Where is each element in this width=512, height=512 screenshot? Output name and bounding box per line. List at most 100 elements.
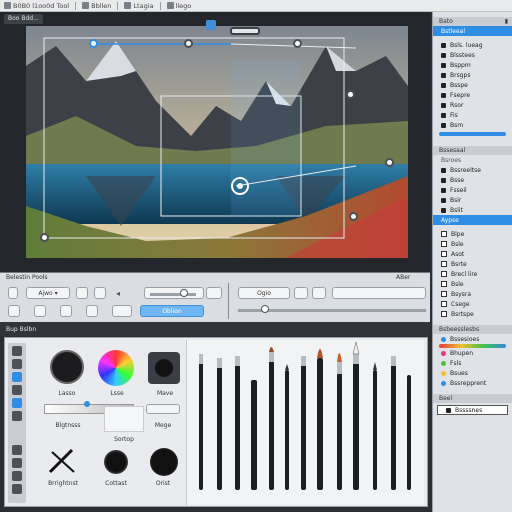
tool-icon[interactable] xyxy=(12,398,22,408)
menu-item-edit[interactable]: Bbllen xyxy=(82,2,111,10)
list-item[interactable]: Bhupen xyxy=(433,348,512,358)
menu-item-file[interactable]: B0B0 l1oo0d Tool xyxy=(4,2,69,10)
photo-canvas[interactable] xyxy=(26,26,408,258)
list-item[interactable]: Bsm xyxy=(433,120,512,130)
list-item[interactable]: Brsgps xyxy=(433,70,512,80)
orist-swatch[interactable] xyxy=(150,448,178,476)
document-tab[interactable]: Boo Bdd... xyxy=(4,14,43,24)
panel-selected-item[interactable]: Aypse xyxy=(433,215,512,225)
list-item[interactable]: Blsstees xyxy=(433,50,512,60)
list-item[interactable]: Bsysra xyxy=(433,289,512,299)
tool-icon[interactable] xyxy=(12,445,22,455)
color-swatch[interactable] xyxy=(441,380,446,386)
checkbox[interactable] xyxy=(441,261,447,267)
tool-icon[interactable] xyxy=(12,346,22,356)
sortop-tile[interactable] xyxy=(104,406,144,432)
tool-icon[interactable] xyxy=(12,411,22,421)
list-item[interactable]: Asot xyxy=(433,249,512,259)
anchor-icon[interactable] xyxy=(206,20,216,30)
tool-button[interactable] xyxy=(206,287,222,299)
brightness-knob[interactable] xyxy=(84,401,90,407)
menu-item-layer[interactable]: llego xyxy=(166,2,191,10)
tool-button[interactable] xyxy=(294,287,308,299)
list-item[interactable]: Bsppm xyxy=(433,60,512,70)
list-item[interactable]: Bsle xyxy=(433,239,512,249)
tool-button[interactable] xyxy=(94,287,106,299)
brightnest-icon[interactable] xyxy=(44,446,80,476)
tool-button[interactable] xyxy=(86,305,98,317)
lasso-swatch[interactable] xyxy=(50,350,84,384)
list-item[interactable]: Bssesioes xyxy=(433,334,512,344)
range-slider-box[interactable] xyxy=(332,287,426,299)
tool-button[interactable] xyxy=(60,305,72,317)
list-item[interactable]: Bslit xyxy=(433,205,512,215)
list-item[interactable]: Fsls xyxy=(433,358,512,368)
list-item[interactable]: Csege xyxy=(433,299,512,309)
transform-handle[interactable] xyxy=(293,39,302,48)
checkbox[interactable] xyxy=(441,271,447,277)
checkbox[interactable] xyxy=(441,291,447,297)
selection-toggle[interactable] xyxy=(230,27,260,35)
bullet-icon xyxy=(441,197,446,203)
tool-button[interactable] xyxy=(34,305,46,317)
ops-button[interactable]: Ogio xyxy=(238,287,290,299)
panel-menu-icon[interactable]: ▮ xyxy=(505,18,508,25)
arrow-left-icon[interactable]: ◂ xyxy=(116,289,120,298)
tool-icon[interactable] xyxy=(12,359,22,369)
color-swatch[interactable] xyxy=(441,336,446,342)
checkbox[interactable] xyxy=(441,241,447,247)
tool-button[interactable] xyxy=(312,287,326,299)
transform-handle[interactable] xyxy=(184,39,193,48)
list-item[interactable]: Brecl lire xyxy=(433,269,512,279)
list-item[interactable]: Bsspe xyxy=(433,80,512,90)
list-item[interactable]: Fis xyxy=(433,110,512,120)
tool-icon[interactable] xyxy=(12,385,22,395)
tool-button[interactable] xyxy=(76,287,88,299)
list-item[interactable]: Bsls. lueag xyxy=(433,40,512,50)
list-item[interactable]: Fsseil xyxy=(433,185,512,195)
layer-icon xyxy=(166,2,174,9)
list-item[interactable]: Blpe xyxy=(433,229,512,239)
mode-dropdown[interactable]: Ajwo ▾ xyxy=(26,287,70,299)
tool-button[interactable] xyxy=(112,305,132,317)
checkbox[interactable] xyxy=(441,311,447,317)
color-wheel[interactable] xyxy=(98,350,134,386)
transform-handle[interactable] xyxy=(349,212,358,221)
list-item[interactable]: Bssrepprent xyxy=(433,378,512,388)
tool-icon[interactable] xyxy=(12,484,22,494)
contrast-swatch[interactable] xyxy=(104,450,128,474)
range-slider-knob[interactable] xyxy=(261,305,269,313)
checkbox[interactable] xyxy=(441,301,447,307)
panel-selected-item[interactable]: Bstleeal xyxy=(433,26,512,36)
transform-handle[interactable] xyxy=(346,90,355,99)
list-item[interactable]: Bsse xyxy=(433,175,512,185)
list-item[interactable]: Bsrte xyxy=(433,259,512,269)
color-swatch[interactable] xyxy=(441,360,446,366)
option-button[interactable]: Oblion xyxy=(140,305,204,317)
tool-button[interactable] xyxy=(8,305,20,317)
list-item[interactable]: Bsues xyxy=(433,368,512,378)
color-swatch[interactable] xyxy=(441,370,446,376)
tool-icon[interactable] xyxy=(12,372,22,382)
menu-item-image[interactable]: Ltagia xyxy=(124,2,154,10)
transform-handle[interactable] xyxy=(385,158,394,167)
transform-handle[interactable] xyxy=(40,233,49,242)
list-item[interactable]: Rsor xyxy=(433,100,512,110)
mage-slider[interactable] xyxy=(146,404,180,414)
tool-icon[interactable] xyxy=(12,471,22,481)
checkbox[interactable] xyxy=(441,281,447,287)
list-item[interactable]: Bssssnes xyxy=(437,405,508,415)
list-item[interactable]: Bsle xyxy=(433,279,512,289)
list-item[interactable]: Bsir xyxy=(433,195,512,205)
list-item[interactable]: Bsrtspe xyxy=(433,309,512,319)
checkbox[interactable] xyxy=(441,231,447,237)
value-slider-track[interactable] xyxy=(150,293,196,296)
list-item[interactable]: Fsepre xyxy=(433,90,512,100)
value-slider-knob[interactable] xyxy=(180,289,188,297)
toggle-button[interactable] xyxy=(8,287,18,299)
checkbox[interactable] xyxy=(441,251,447,257)
color-swatch[interactable] xyxy=(441,350,446,356)
tool-icon[interactable] xyxy=(12,458,22,468)
transform-handle[interactable] xyxy=(89,39,98,48)
list-item[interactable]: Bssreeltse xyxy=(433,165,512,175)
